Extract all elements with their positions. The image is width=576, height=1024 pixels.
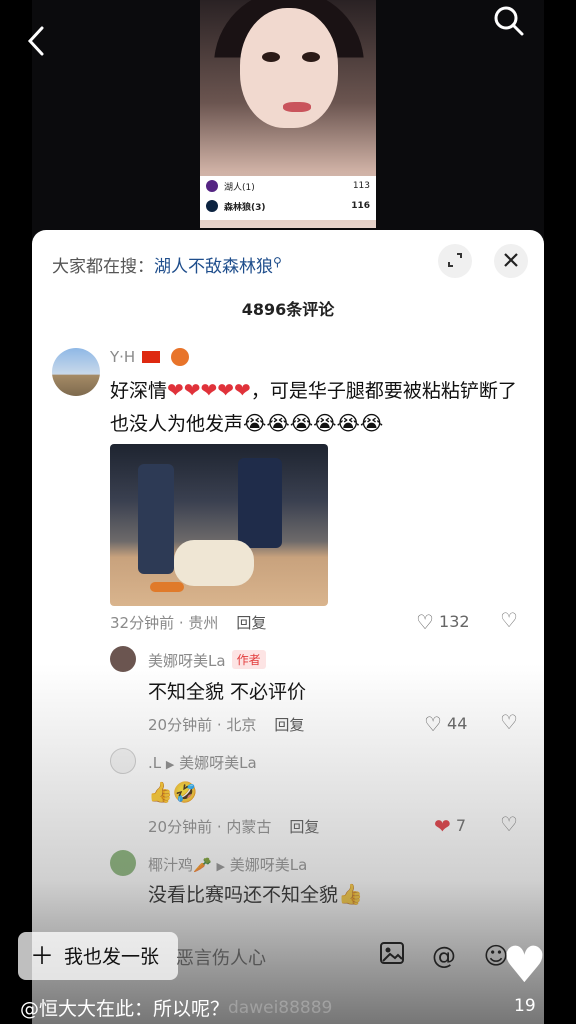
photo-player <box>238 458 282 548</box>
comment-photo[interactable] <box>110 444 328 606</box>
comment-count: 4896条评论 <box>241 300 335 319</box>
basketball-icon <box>170 348 189 366</box>
dislike-heart-icon[interactable]: ♡ <box>500 710 518 734</box>
search-suggestion[interactable]: 大家都在搜：湖人不敌森林狼⚲ <box>52 248 412 277</box>
like-button[interactable]: ♡ 132 <box>416 610 470 634</box>
red-heart-icon: ❤❤❤❤❤ <box>167 378 251 402</box>
close-button[interactable] <box>494 244 528 278</box>
heart-outline-icon: ♡ <box>416 610 434 634</box>
comment-text-part: 好深情 <box>110 380 168 402</box>
video-eye-left <box>262 52 280 62</box>
post-photo-button[interactable]: ＋ 我也发一张 <box>18 932 178 980</box>
wolves-logo-icon <box>206 200 218 212</box>
comment-meta: 32分钟前 · 贵州 回复 <box>110 612 266 633</box>
search-hot-term[interactable]: 湖人不敌森林狼 <box>154 257 273 277</box>
reply-text-part: 没看比赛吗还不知全貌 <box>148 884 339 906</box>
reply-button[interactable]: 回复 <box>289 818 319 836</box>
reply-to-name: 美娜呀美La <box>179 754 257 772</box>
scoreboard-row-lakers: 湖人(1) 113 <box>200 176 376 196</box>
watermark: dawei88889 <box>228 998 333 1018</box>
mention-icon[interactable]: @ <box>428 940 460 972</box>
video-like-count: 19 <box>514 996 536 1016</box>
heart-outline-icon: ♡ <box>424 712 442 736</box>
reply-text: 没看比赛吗还不知全貌👍 <box>148 878 363 911</box>
photo-person <box>138 464 174 574</box>
username-text: 美娜呀美La <box>148 652 226 670</box>
crying-face-icon: 😭😭😭😭😭😭 <box>243 411 384 435</box>
heart-filled-icon: ❤ <box>434 814 451 838</box>
scoreboard: 湖人(1) 113 森林狼(3) 116 <box>200 176 376 220</box>
expand-button[interactable] <box>438 244 472 278</box>
reply-button[interactable]: 回复 <box>236 614 266 632</box>
like-heart-icon[interactable]: ♥ <box>502 940 547 990</box>
avatar[interactable] <box>52 348 100 396</box>
reply-username[interactable]: .L ▶ 美娜呀美La <box>148 752 257 773</box>
thumbs-up-icon: 👍 <box>338 882 363 906</box>
image-icon[interactable] <box>376 940 408 972</box>
like-count: 7 <box>455 816 467 835</box>
username-text: 椰汁鸡 <box>148 856 194 874</box>
reply-username[interactable]: 美娜呀美La 作者 <box>148 650 266 671</box>
scoreboard-team: 湖人(1) <box>224 182 255 193</box>
like-button[interactable]: ❤ 7 <box>434 814 466 838</box>
time-location: 20分钟前 · 北京 <box>148 716 257 734</box>
avatar[interactable] <box>110 748 136 774</box>
video-eye-right <box>302 52 320 62</box>
username-text: .L <box>148 754 162 772</box>
like-button[interactable]: ♡ 44 <box>424 712 467 736</box>
video-caption: @恒大大在此：所以呢？ <box>20 998 230 1020</box>
video-frame[interactable]: 湖人(1) 113 森林狼(3) 116 <box>200 0 376 228</box>
time-location: 32分钟前 · 贵州 <box>110 614 219 632</box>
video-lips <box>283 102 311 112</box>
scoreboard-score: 113 <box>352 181 370 191</box>
like-count: 132 <box>439 612 470 631</box>
author-badge: 作者 <box>231 650 266 669</box>
thumbs-up-icon: 👍 <box>148 780 173 804</box>
plus-icon: ＋ <box>30 942 54 970</box>
comment-sheet: 大家都在搜：湖人不敌森林狼⚲ 4896条评论 Y·H 好深情❤❤❤❤❤，可是华子… <box>32 230 544 1024</box>
reply-arrow-icon: ▶ <box>165 758 175 771</box>
time-location: 20分钟前 · 内蒙古 <box>148 818 272 836</box>
comment-username[interactable]: Y·H <box>110 348 189 366</box>
search-icon[interactable] <box>492 4 526 38</box>
like-count: 44 <box>447 714 468 733</box>
avatar[interactable] <box>110 850 136 876</box>
photo-shoe <box>150 582 184 592</box>
photo-fallen-player <box>174 540 254 586</box>
laughing-crying-icon: 🤣 <box>172 780 198 804</box>
scoreboard-row-wolves: 森林狼(3) 116 <box>200 196 376 216</box>
reply-button[interactable]: 回复 <box>274 716 304 734</box>
reply-arrow-icon: ▶ <box>216 860 225 873</box>
dislike-heart-icon[interactable]: ♡ <box>500 812 518 836</box>
reply-meta: 20分钟前 · 北京 回复 <box>148 714 304 735</box>
avatar[interactable] <box>110 646 136 672</box>
search-small-icon: ⚲ <box>273 255 282 269</box>
scoreboard-team: 森林狼(3) <box>224 202 266 213</box>
search-prefix: 大家都在搜： <box>52 257 154 277</box>
username-text: Y·H <box>110 348 136 366</box>
back-icon[interactable] <box>24 24 52 60</box>
reply-text: 不知全貌 不必评价 <box>148 681 307 703</box>
lakers-logo-icon <box>206 180 218 192</box>
comment-text: 好深情❤❤❤❤❤，可是华子腿都要被粘粘铲断了也没人为他发声😭😭😭😭😭😭 <box>110 374 530 440</box>
china-flag-icon <box>142 351 160 363</box>
carrot-icon: 🥕 <box>193 856 212 874</box>
post-label: 我也发一张 <box>64 946 160 968</box>
reply-to-name: 美娜呀美La <box>229 856 308 874</box>
scoreboard-score: 116 <box>351 201 370 211</box>
reply-username[interactable]: 椰汁鸡🥕 ▶ 美娜呀美La <box>148 854 307 875</box>
reply-meta: 20分钟前 · 内蒙古 回复 <box>148 816 319 837</box>
dislike-heart-icon[interactable]: ♡ <box>500 608 518 632</box>
reply-emoji: 👍🤣 <box>148 776 198 809</box>
comment-input[interactable]: 恶言伤人心 <box>176 944 266 970</box>
